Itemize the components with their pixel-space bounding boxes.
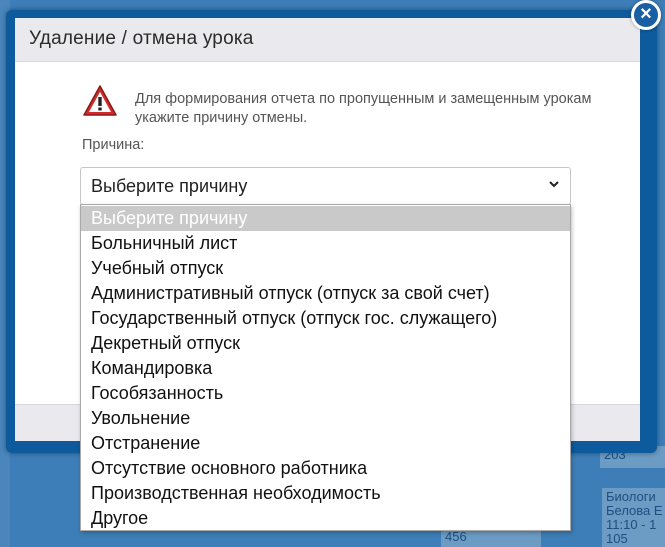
reason-option[interactable]: Учебный отпуск [81, 256, 570, 281]
reason-option[interactable]: Гособязанность [81, 381, 570, 406]
dialog-title: Удаление / отмена урока [29, 28, 254, 49]
close-button[interactable]: × [631, 0, 661, 30]
reason-option[interactable]: Другое [81, 506, 570, 531]
reason-option[interactable]: Отсутствие основного работника [81, 456, 570, 481]
reason-label: Причина: [82, 137, 145, 153]
chevron-down-icon [549, 181, 559, 188]
reason-option[interactable]: Больничный лист [81, 231, 570, 256]
reason-select-value: Выберите причину [91, 176, 248, 196]
reason-option[interactable]: Отстранение [81, 431, 570, 456]
reason-option[interactable]: Административный отпуск (отпуск за свой … [81, 281, 570, 306]
reason-option[interactable]: Декретный отпуск [81, 331, 570, 356]
reason-select[interactable]: Выберите причину [80, 167, 571, 205]
reason-option[interactable]: Выберите причину [81, 206, 570, 231]
dialog-header: Удаление / отмена урока [15, 18, 640, 62]
reason-option[interactable]: Увольнение [81, 406, 570, 431]
reason-dropdown-list: Выберите причину Больничный лист Учебный… [80, 204, 571, 531]
reason-option[interactable]: Государственный отпуск (отпуск гос. служ… [81, 306, 570, 331]
reason-option[interactable]: Командировка [81, 356, 570, 381]
background-lesson-cell: Биологи Белова Е 11:10 - 1 105 [602, 488, 665, 547]
dialog-message: Для формирования отчета по пропущенным и… [135, 91, 592, 126]
warning-icon [83, 85, 117, 116]
reason-option[interactable]: Производственная необходимость [81, 481, 570, 506]
